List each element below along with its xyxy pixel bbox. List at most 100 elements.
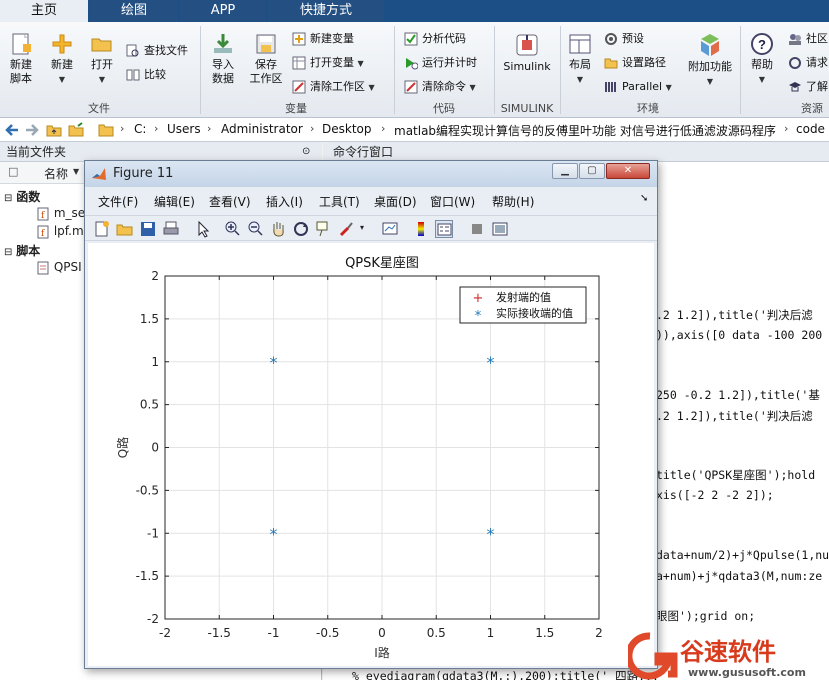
breadcrumb-c[interactable]: C:	[134, 122, 146, 136]
new-figure-icon[interactable]	[93, 220, 111, 238]
clear-workspace-button[interactable]: 清除工作区 ▼	[292, 78, 375, 96]
save-workspace-button[interactable]: 保存 工作区	[246, 32, 286, 86]
hide-plot-tools-icon[interactable]	[468, 220, 486, 238]
layout-button[interactable]: 布局 ▼	[564, 32, 596, 87]
plus-icon	[52, 34, 72, 54]
menu-view[interactable]: 查看(V)	[209, 193, 251, 210]
plot-area[interactable]: -2 -1.5 -1 -0.5 0 0.5 1 1.5 2 -2 -1.5 -1 -0.5 0 0.5 1 1…	[88, 243, 654, 666]
pan-hand-icon[interactable]	[269, 220, 287, 238]
menu-desktop[interactable]: 桌面(D)	[374, 193, 417, 210]
minimize-button[interactable]: ▁	[552, 163, 578, 179]
new-variable-button[interactable]: 新建变量	[292, 30, 354, 48]
print-icon[interactable]	[162, 220, 180, 238]
request-support-button[interactable]: 请求	[788, 54, 828, 72]
parallel-button[interactable]: Parallel ▼	[604, 78, 672, 96]
save-icon[interactable]	[139, 220, 157, 238]
back-arrow-icon[interactable]	[4, 122, 20, 138]
command-line: % eyediagram(qdata3(M,:),200);title(' 四路…	[352, 669, 659, 680]
preferences-button[interactable]: 预设	[604, 30, 644, 48]
command-line: .2 1.2]),title('判决后滤	[656, 409, 813, 423]
tab-shortcuts[interactable]: 快捷方式	[268, 0, 384, 22]
panel-menu-icon[interactable]: ⊙	[302, 142, 310, 162]
list-item[interactable]: f m_se	[36, 206, 85, 221]
brush-dropdown-icon[interactable]: ▾	[360, 223, 364, 232]
open-variable-icon	[292, 56, 306, 70]
rotate-3d-icon[interactable]	[292, 220, 310, 238]
collapse-icon[interactable]: ⊟	[4, 193, 12, 204]
group-separator	[200, 26, 201, 114]
simulink-button[interactable]: Simulink	[500, 32, 554, 74]
show-plot-tools-icon[interactable]	[491, 220, 509, 238]
maximize-button[interactable]: ▢	[579, 163, 605, 179]
menu-edit[interactable]: 编辑(E)	[154, 193, 195, 210]
breadcrumb-administrator[interactable]: Administrator	[221, 122, 303, 136]
figure-window[interactable]: Figure 11 ▁ ▢ ✕ 文件(F) 编辑(E) 查看(V) 插入(I) …	[84, 160, 658, 669]
menu-insert[interactable]: 插入(I)	[266, 193, 303, 210]
forward-arrow-icon[interactable]	[24, 122, 40, 138]
import-data-button[interactable]: 导入 数据	[206, 32, 240, 86]
menu-dock-arrow-icon[interactable]: ➘	[640, 193, 648, 204]
find-files-button[interactable]: 查找文件	[126, 42, 188, 60]
tab-home[interactable]: 主页	[0, 0, 88, 22]
set-path-button[interactable]: 设置路径	[604, 54, 666, 72]
watermark-g-logo-icon	[625, 632, 678, 680]
browse-folder-icon[interactable]	[68, 122, 84, 138]
collapse-toggle[interactable]: □	[8, 165, 18, 178]
zoom-in-icon[interactable]	[223, 220, 241, 238]
run-and-time-button[interactable]: 运行并计时	[404, 54, 477, 72]
open-button[interactable]: 打开 ▼	[86, 32, 118, 87]
up-folder-icon[interactable]	[46, 122, 62, 138]
zoom-out-icon[interactable]	[246, 220, 264, 238]
figure-title: Figure 11	[113, 166, 174, 181]
breadcrumb-code[interactable]: code	[796, 122, 825, 136]
addons-button[interactable]: 附加功能 ▼	[686, 32, 734, 89]
menu-tools[interactable]: 工具(T)	[319, 193, 360, 210]
tree-group-scripts[interactable]: ⊟ 脚本	[4, 242, 40, 259]
breadcrumb-separator: ›	[207, 122, 212, 135]
menu-help[interactable]: 帮助(H)	[492, 193, 534, 210]
close-button[interactable]: ✕	[606, 163, 650, 179]
x-tick-label: -1	[268, 626, 280, 640]
tab-apps[interactable]: APP	[180, 0, 266, 22]
brush-icon[interactable]	[338, 220, 356, 238]
qpsk-constellation-chart[interactable]: -2 -1.5 -1 -0.5 0 0.5 1 1.5 2 -2 -1.5 -1 -0.5 0 0.5 1 1…	[88, 243, 654, 666]
figure-title-bar[interactable]: Figure 11 ▁ ▢ ✕	[85, 161, 657, 187]
receive-point: *	[487, 524, 495, 543]
compare-button[interactable]: 比较	[126, 66, 166, 84]
new-button[interactable]: 新建 ▼	[46, 32, 78, 87]
analyze-code-button[interactable]: 分析代码	[404, 30, 466, 48]
tab-plots[interactable]: 绘图	[90, 0, 178, 22]
group-separator	[394, 26, 395, 114]
layout-icon	[569, 34, 591, 54]
new-script-button[interactable]: 新建 脚本	[4, 32, 38, 86]
open-variable-button[interactable]: 打开变量 ▼	[292, 54, 364, 72]
figure-menu-bar: 文件(F) 编辑(E) 查看(V) 插入(I) 工具(T) 桌面(D) 窗口(W…	[85, 190, 657, 212]
data-cursor-icon[interactable]	[315, 220, 333, 238]
help-button[interactable]: ? 帮助 ▼	[744, 32, 780, 87]
breadcrumb-users[interactable]: Users	[167, 122, 201, 136]
legend-marker-plus: +	[473, 291, 484, 306]
open-file-icon[interactable]	[116, 220, 134, 238]
pointer-icon[interactable]	[195, 220, 213, 238]
list-item[interactable]: QPSI	[36, 260, 82, 275]
learn-button[interactable]: 了解	[788, 78, 828, 96]
breadcrumb-desktop[interactable]: Desktop	[322, 122, 372, 136]
command-line: 250 -0.2 1.2]),title('基	[656, 388, 820, 402]
legend-toggle-icon[interactable]	[435, 220, 453, 238]
chart-legend[interactable]: + 发射端的值 * 实际接收端的值	[459, 286, 587, 324]
link-plot-icon[interactable]	[381, 220, 399, 238]
new-label: 新建	[51, 58, 73, 71]
tree-group-functions[interactable]: ⊟ 函数	[4, 188, 40, 205]
clear-commands-button[interactable]: 清除命令 ▼	[404, 78, 476, 96]
function-file-icon: f	[37, 225, 49, 239]
community-button[interactable]: 社区	[788, 30, 828, 48]
command-line: title('QPSK星座图');hold	[656, 468, 816, 482]
colorbar-icon[interactable]	[412, 220, 430, 238]
menu-file[interactable]: 文件(F)	[98, 193, 138, 210]
support-icon	[789, 57, 801, 69]
collapse-icon[interactable]: ⊟	[4, 247, 12, 258]
breadcrumb-project-folder[interactable]: matlab编程实现计算信号的反傅里叶功能 对信号进行低通滤波源码程序	[394, 122, 776, 139]
list-item[interactable]: f lpf.m	[36, 224, 84, 239]
breadcrumb-separator: ›	[784, 122, 789, 135]
menu-window[interactable]: 窗口(W)	[430, 193, 475, 210]
